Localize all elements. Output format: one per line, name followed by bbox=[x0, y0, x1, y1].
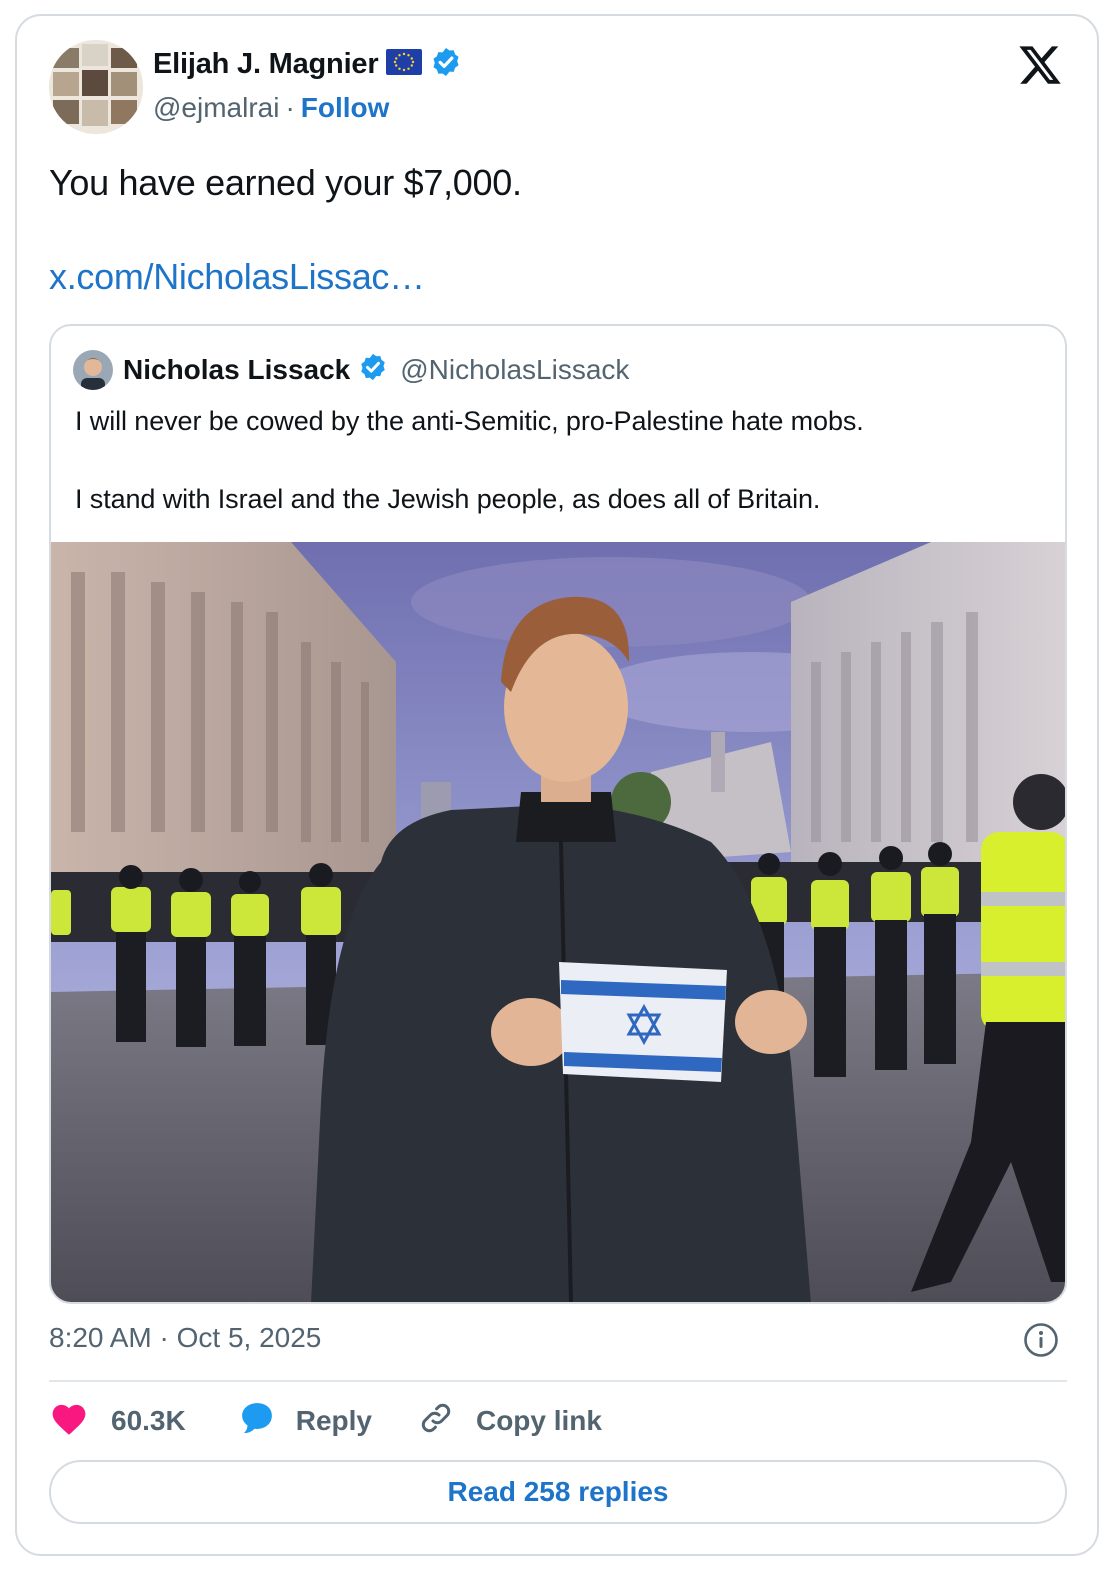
read-replies-label: Read 258 replies bbox=[447, 1476, 669, 1507]
tweet-link[interactable]: x.com/NicholasLissac… bbox=[49, 256, 425, 298]
info-icon[interactable] bbox=[1023, 1322, 1059, 1358]
follow-button[interactable]: Follow bbox=[301, 92, 390, 124]
read-replies-button[interactable]: Read 258 replies bbox=[49, 1460, 1067, 1524]
divider bbox=[49, 1380, 1067, 1382]
speech-bubble-icon bbox=[238, 1400, 276, 1441]
like-count: 60.3K bbox=[111, 1404, 186, 1436]
tweet-timestamp[interactable]: 8:20 AM · Oct 5, 2025 bbox=[49, 1322, 321, 1354]
like-button[interactable]: 60.3K bbox=[49, 1400, 186, 1441]
verified-badge-icon bbox=[430, 46, 462, 83]
author-handle[interactable]: @ejmalrai bbox=[153, 92, 279, 124]
tweet-embed-card: Elijah J. Magnier @ejmalrai · Follow You… bbox=[15, 14, 1099, 1556]
quoted-tweet[interactable]: Nicholas Lissack @NicholasLissack I will… bbox=[49, 324, 1067, 1304]
eu-flag-icon bbox=[386, 49, 423, 80]
quoted-text-line-1: I will never be cowed by the anti-Semiti… bbox=[75, 406, 864, 436]
quoted-tweet-photo[interactable] bbox=[51, 542, 1065, 1302]
reply-label: Reply bbox=[295, 1404, 372, 1436]
verified-badge-icon bbox=[358, 352, 388, 387]
author-name[interactable]: Elijah J. Magnier bbox=[153, 48, 379, 81]
author-avatar[interactable] bbox=[49, 40, 143, 134]
x-logo-icon[interactable] bbox=[1017, 42, 1063, 88]
quoted-author-avatar[interactable] bbox=[73, 350, 113, 390]
heart-icon bbox=[49, 1400, 89, 1441]
quoted-author-name[interactable]: Nicholas Lissack bbox=[123, 354, 350, 386]
link-icon bbox=[418, 1400, 454, 1441]
reply-button[interactable]: Reply bbox=[238, 1400, 372, 1441]
copy-link-button[interactable]: Copy link bbox=[418, 1400, 602, 1441]
tweet-text: You have earned your $7,000. bbox=[49, 162, 522, 203]
action-bar: 60.3K Reply Copy link bbox=[49, 1400, 602, 1441]
copy-link-label: Copy link bbox=[475, 1404, 602, 1436]
quoted-text-line-2: I stand with Israel and the Jewish peopl… bbox=[75, 484, 821, 514]
handle-separator: · bbox=[285, 92, 295, 123]
quoted-author-handle[interactable]: @NicholasLissack bbox=[400, 354, 629, 386]
